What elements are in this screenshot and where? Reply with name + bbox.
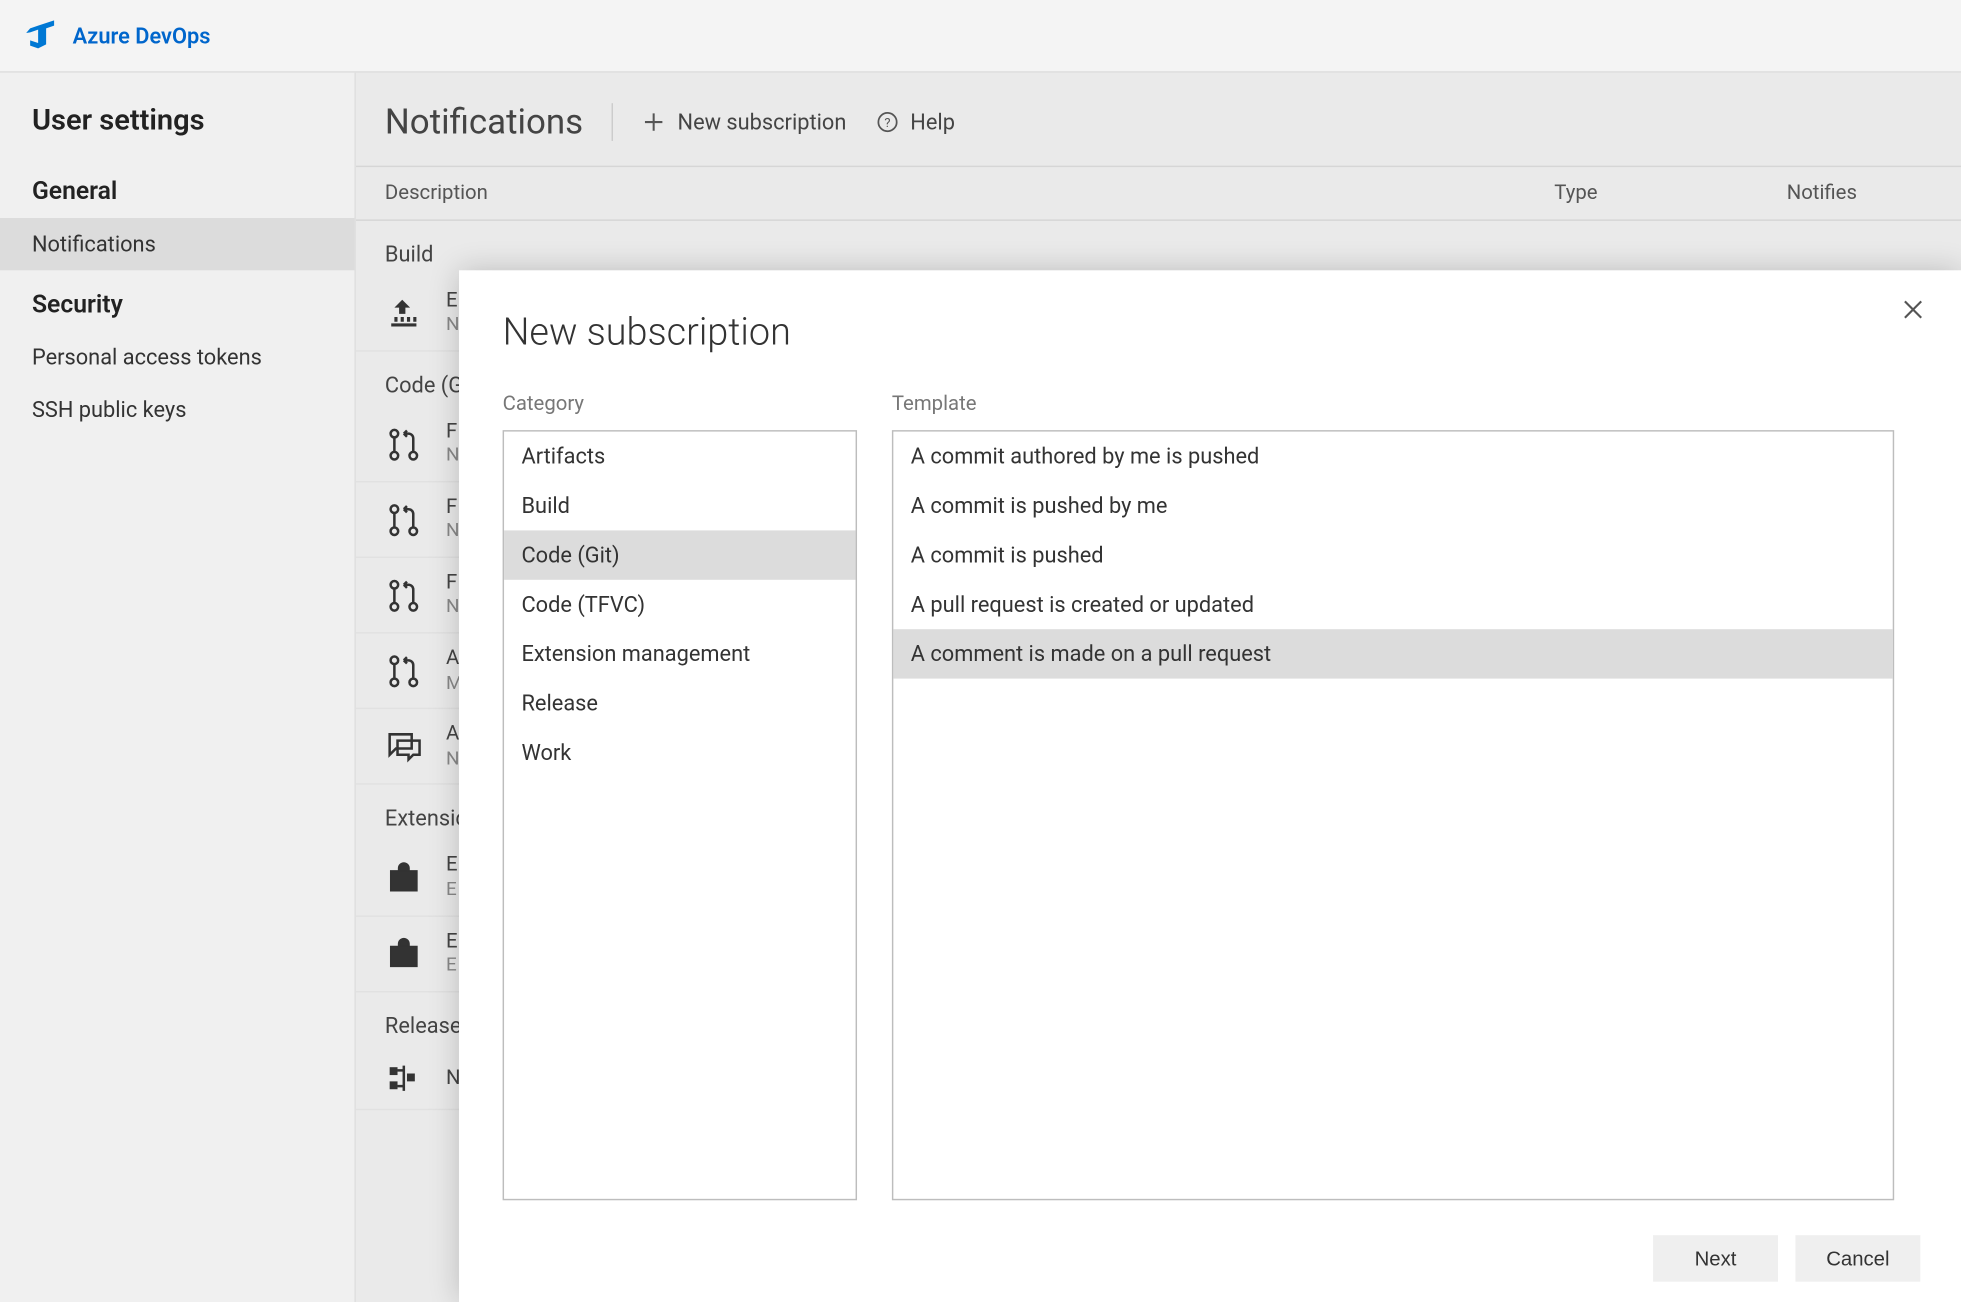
new-subscription-label: New subscription (678, 109, 847, 135)
next-button[interactable]: Next (1653, 1235, 1778, 1282)
row-title: A (446, 721, 459, 747)
pr-icon (385, 425, 423, 463)
sidebar-item-personal-access-tokens[interactable]: Personal access tokens (0, 331, 354, 383)
bag-icon (385, 859, 423, 897)
sidebar-item-notifications[interactable]: Notifications (0, 218, 354, 270)
pr-icon (385, 577, 423, 615)
header-divider (612, 103, 613, 141)
sidebar-item-ssh-public-keys[interactable]: SSH public keys (0, 384, 354, 436)
category-item[interactable]: Release (504, 679, 856, 728)
category-label: Category (503, 392, 857, 415)
col-notifies: Notifies (1787, 182, 1932, 205)
group-label: Build (356, 221, 1961, 276)
sidebar-title: User settings (0, 102, 354, 157)
template-column: Template A commit authored by me is push… (892, 392, 1894, 1200)
row-title: F (446, 419, 459, 445)
azure-devops-logo-icon (26, 20, 58, 52)
page-title: Notifications (385, 102, 583, 143)
row-title: F (446, 570, 459, 596)
row-title: F (446, 494, 459, 520)
col-type: Type (1554, 182, 1786, 205)
help-button[interactable]: ? Help (875, 109, 955, 135)
category-item[interactable]: Build (504, 481, 856, 530)
help-label: Help (910, 109, 955, 135)
new-subscription-dialog: New subscription Category ArtifactsBuild… (459, 270, 1961, 1302)
plus-icon (643, 110, 666, 133)
col-description: Description (385, 182, 1554, 205)
template-item[interactable]: A commit is pushed by me (893, 481, 1892, 530)
category-list: ArtifactsBuildCode (Git)Code (TFVC)Exten… (503, 430, 857, 1200)
dialog-title: New subscription (503, 311, 1918, 355)
category-column: Category ArtifactsBuildCode (Git)Code (T… (503, 392, 857, 1200)
brand-label: Azure DevOps (73, 23, 211, 49)
top-bar: Azure DevOps (0, 0, 1961, 73)
row-subtitle: N (446, 445, 459, 470)
row-subtitle: E (446, 879, 458, 904)
row-title: E (446, 288, 459, 314)
template-label: Template (892, 392, 1894, 415)
new-subscription-button[interactable]: New subscription (643, 109, 847, 135)
row-subtitle: N (446, 521, 459, 546)
category-item[interactable]: Extension management (504, 629, 856, 678)
column-headers: Description Type Notifies (356, 167, 1961, 221)
sidebar: User settings General Notifications Secu… (0, 73, 356, 1302)
row-title: E (446, 852, 458, 878)
comment-icon (385, 728, 423, 766)
sidebar-group-general: General (0, 157, 354, 218)
dialog-footer: Next Cancel (459, 1215, 1961, 1302)
category-item[interactable]: Code (Git) (504, 530, 856, 579)
row-title: E (446, 928, 458, 954)
page-header: Notifications New subscription ? Help (356, 73, 1961, 167)
row-subtitle: E (446, 954, 458, 979)
help-icon: ? (875, 110, 898, 133)
release-icon (385, 1059, 423, 1097)
row-subtitle: N (446, 314, 459, 339)
template-item[interactable]: A commit is pushed (893, 530, 1892, 579)
svg-text:?: ? (884, 116, 890, 131)
row-subtitle: N (446, 596, 459, 621)
pr-icon (385, 652, 423, 690)
category-item[interactable]: Artifacts (504, 432, 856, 481)
sidebar-group-security: Security (0, 270, 354, 331)
brand-area[interactable]: Azure DevOps (26, 20, 210, 52)
bag-icon (385, 934, 423, 972)
category-item[interactable]: Work (504, 728, 856, 777)
build-icon (385, 294, 423, 332)
close-button[interactable] (1900, 296, 1929, 325)
template-list: A commit authored by me is pushedA commi… (892, 430, 1894, 1200)
cancel-button[interactable]: Cancel (1795, 1235, 1920, 1282)
category-item[interactable]: Code (TFVC) (504, 580, 856, 629)
template-item[interactable]: A pull request is created or updated (893, 580, 1892, 629)
row-subtitle: N (446, 748, 459, 773)
pr-icon (385, 501, 423, 539)
template-item[interactable]: A commit authored by me is pushed (893, 432, 1892, 481)
template-item[interactable]: A comment is made on a pull request (893, 629, 1892, 678)
